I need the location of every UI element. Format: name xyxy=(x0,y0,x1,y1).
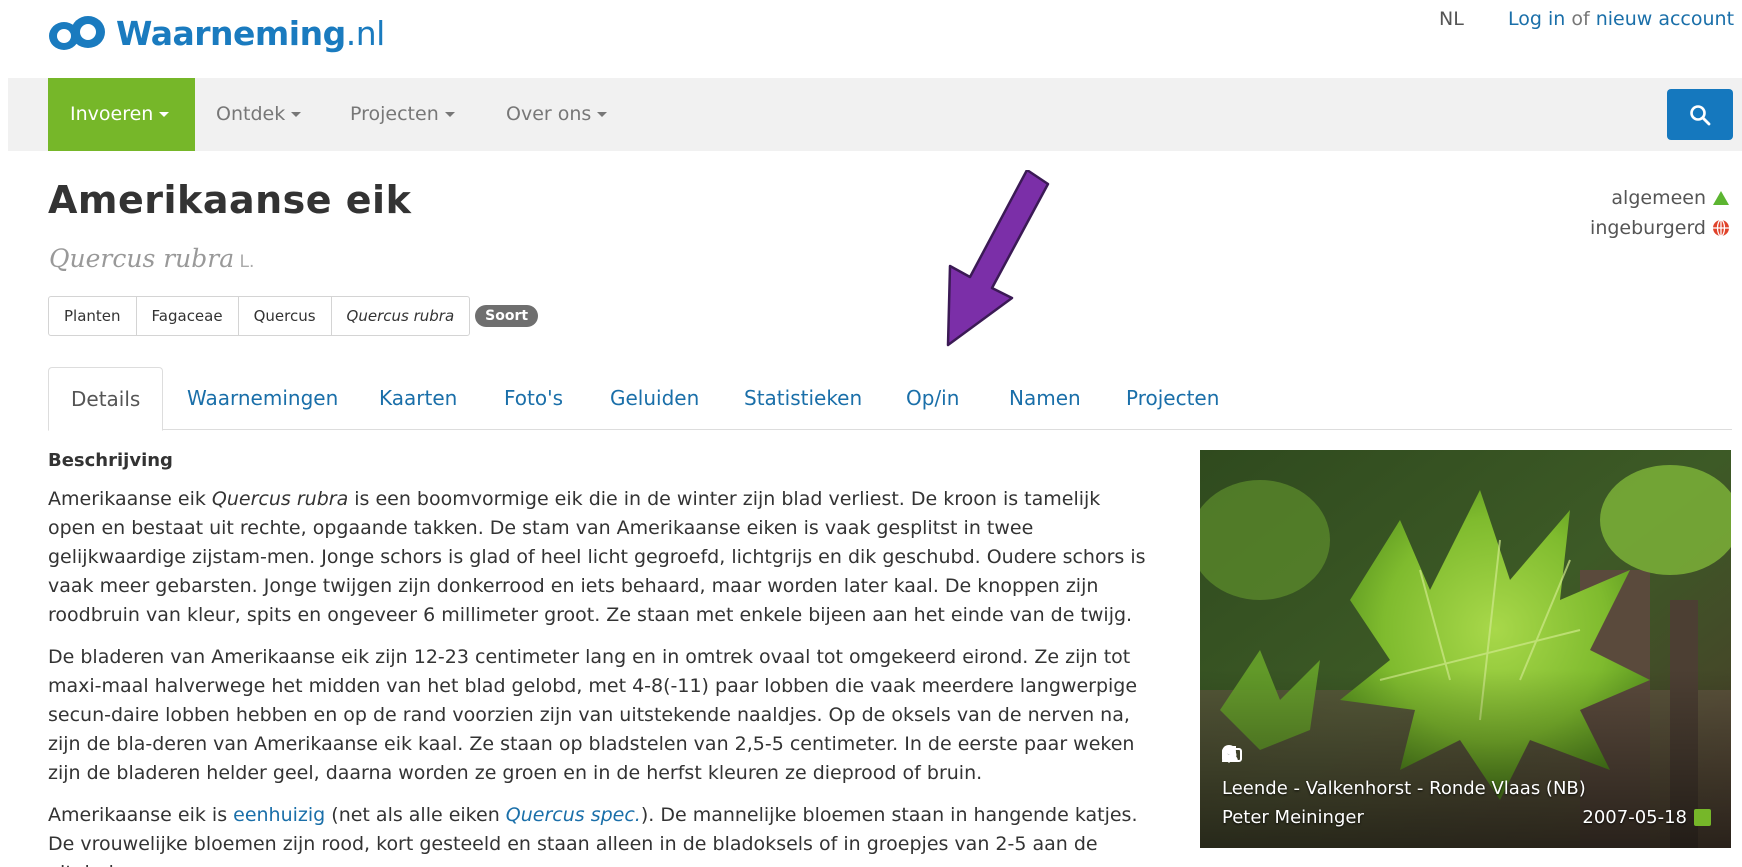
caret-down-icon xyxy=(159,112,170,117)
login-area: Log in of nieuw account xyxy=(1508,8,1734,30)
caret-down-icon xyxy=(597,112,608,117)
tab-details[interactable]: Details xyxy=(48,367,164,431)
photo-location-row: Leende - Valkenhorst - Ronde Vlaas (NB) xyxy=(1222,745,1711,803)
description-section: Beschrijving Amerikaanse eik Quercus rub… xyxy=(48,450,1148,867)
globe-icon xyxy=(1713,219,1729,237)
tab-projecten[interactable]: Projecten xyxy=(1126,367,1219,430)
crumb-quercus[interactable]: Quercus xyxy=(237,296,332,336)
species-status: algemeen ingeburgerd xyxy=(1590,183,1730,243)
tab-statistieken[interactable]: Statistieken xyxy=(744,367,862,430)
annotation-arrow-icon xyxy=(946,170,1050,347)
species-photo[interactable]: Leende - Valkenhorst - Ronde Vlaas (NB) … xyxy=(1200,450,1731,848)
language-selector[interactable]: NL xyxy=(1439,8,1464,30)
eenhuizig-link[interactable]: eenhuizig xyxy=(233,804,325,826)
description-heading: Beschrijving xyxy=(48,450,173,471)
nav-projecten[interactable]: Projecten xyxy=(350,78,455,151)
crumb-fagaceae[interactable]: Fagaceae xyxy=(135,296,239,336)
top-bar: Waarneming.nl NL Log in of nieuw account xyxy=(0,0,1742,78)
crumb-planten[interactable]: Planten xyxy=(48,296,137,336)
caret-down-icon xyxy=(291,112,302,117)
scientific-name: Quercus rubra L. xyxy=(49,244,255,273)
check-icon xyxy=(1222,745,1711,826)
description-paragraph-3: Amerikaanse eik is eenhuizig (net als al… xyxy=(48,804,1138,867)
caret-down-icon xyxy=(444,112,455,117)
rank-badge: Soort xyxy=(475,305,539,327)
tab-op-in[interactable]: Op/in xyxy=(906,367,959,430)
tab-kaarten[interactable]: Kaarten xyxy=(379,367,457,430)
photo-camera-row xyxy=(1222,745,1711,774)
search-icon xyxy=(1690,104,1711,125)
nav-ontdek[interactable]: Ontdek xyxy=(216,78,302,151)
register-link[interactable]: nieuw account xyxy=(1596,8,1734,30)
status-common[interactable]: algemeen xyxy=(1590,183,1730,213)
photo-date: 2007-05-18 xyxy=(1582,807,1687,828)
photo-credit-row: Peter Meininger 2007-05-18 xyxy=(1222,745,1711,832)
tab-waarnemingen[interactable]: Waarnemingen xyxy=(187,367,338,430)
logo-text: Waarneming.nl xyxy=(116,13,385,53)
nav-invoeren[interactable]: Invoeren xyxy=(48,78,195,151)
main-navbar: Invoeren Ontdek Projecten Over ons xyxy=(8,78,1742,151)
tab-fotos[interactable]: Foto's xyxy=(504,367,563,430)
status-naturalized[interactable]: ingeburgerd xyxy=(1590,213,1730,243)
page-title: Amerikaanse eik xyxy=(48,178,412,222)
binoculars-logo-icon xyxy=(49,16,105,50)
description-paragraph-2: De bladeren van Amerikaanse eik zijn 12-… xyxy=(48,646,1138,784)
tab-namen[interactable]: Namen xyxy=(1009,367,1081,430)
description-paragraph-1: Amerikaanse eik Quercus rubra is een boo… xyxy=(48,488,1146,626)
quercus-spec-link[interactable]: Quercus spec. xyxy=(506,804,641,826)
species-tabs: Details Waarnemingen Kaarten Foto's Gelu… xyxy=(48,367,1732,431)
tab-geluiden[interactable]: Geluiden xyxy=(610,367,699,430)
photo-caption: Leende - Valkenhorst - Ronde Vlaas (NB) … xyxy=(1222,745,1711,832)
taxonomy-breadcrumb: Planten Fagaceae Quercus Quercus rubra S… xyxy=(48,296,539,336)
login-link[interactable]: Log in xyxy=(1508,8,1565,30)
photo-location[interactable]: Leende - Valkenhorst - Ronde Vlaas (NB) xyxy=(1222,778,1586,799)
photo-date-wrap: 2007-05-18 xyxy=(1222,745,1711,828)
site-logo[interactable]: Waarneming.nl xyxy=(48,12,385,54)
nav-over-ons[interactable]: Over ons xyxy=(506,78,608,151)
search-button[interactable] xyxy=(1667,89,1733,140)
triangle-up-icon xyxy=(1713,191,1729,205)
crumb-quercus-rubra[interactable]: Quercus rubra xyxy=(330,296,471,336)
photo-photographer[interactable]: Peter Meininger xyxy=(1222,807,1364,828)
login-or-text: of xyxy=(1565,8,1596,30)
